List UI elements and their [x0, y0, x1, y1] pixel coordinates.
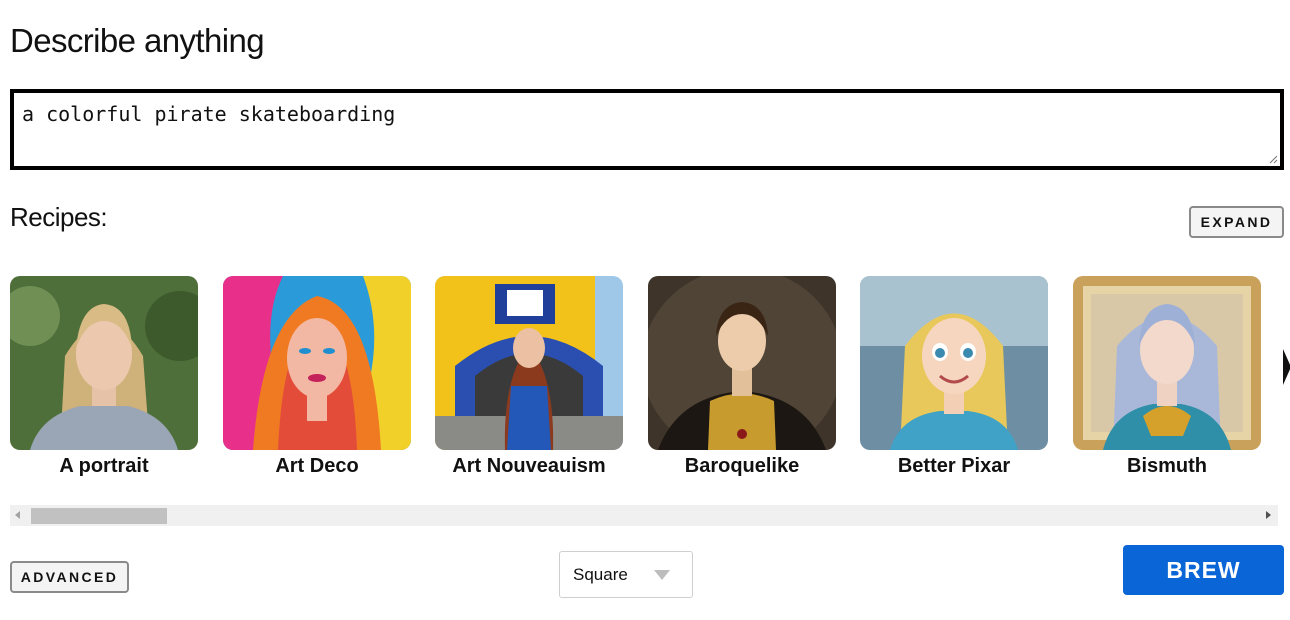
- art-deco-image: [223, 276, 411, 450]
- baroque-image: [648, 276, 836, 450]
- scroll-left-arrow-icon[interactable]: [15, 511, 20, 519]
- art-nouveau-image: [435, 276, 623, 450]
- recipe-card-art-deco[interactable]: Art Deco: [223, 276, 411, 478]
- recipe-thumbnail[interactable]: [223, 276, 411, 450]
- recipe-thumbnail[interactable]: [860, 276, 1048, 450]
- recipe-thumbnail[interactable]: [435, 276, 623, 450]
- recipe-label: Art Deco: [275, 455, 359, 477]
- carousel-next-icon[interactable]: [1283, 349, 1290, 385]
- pixar-image: [860, 276, 1048, 450]
- recipe-carousel: A portrait Art Deco Art Nouveauism Baroq…: [10, 276, 1280, 486]
- recipe-thumbnail[interactable]: [10, 276, 198, 450]
- recipe-label: A portrait: [59, 455, 149, 477]
- resize-grip-icon[interactable]: [1268, 154, 1278, 164]
- aspect-ratio-select[interactable]: Square: [559, 551, 693, 598]
- horizontal-scrollbar[interactable]: [10, 505, 1278, 526]
- recipe-card-baroquelike[interactable]: Baroquelike: [648, 276, 836, 478]
- recipe-label: Baroquelike: [684, 455, 800, 477]
- recipe-label: Art Nouveauism: [452, 455, 606, 477]
- recipe-card-bismuth[interactable]: Bismuth: [1073, 276, 1261, 478]
- prompt-textarea[interactable]: a colorful pirate skateboarding: [10, 89, 1284, 170]
- recipe-label: Bismuth: [1127, 455, 1207, 477]
- recipes-heading: Recipes:: [10, 202, 108, 232]
- advanced-button[interactable]: ADVANCED: [10, 561, 129, 593]
- recipe-thumbnail[interactable]: [648, 276, 836, 450]
- recipe-thumbnail[interactable]: [1073, 276, 1261, 450]
- chevron-down-icon: [654, 570, 670, 580]
- brew-button[interactable]: BREW: [1123, 545, 1284, 595]
- recipe-card-art-nouveauism[interactable]: Art Nouveauism: [435, 276, 623, 478]
- expand-button[interactable]: EXPAND: [1189, 206, 1284, 238]
- recipe-card-better-pixar[interactable]: Better Pixar: [860, 276, 1048, 478]
- aspect-ratio-value: Square: [573, 565, 628, 584]
- recipe-label: Better Pixar: [897, 455, 1011, 477]
- prompt-text: a colorful pirate skateboarding: [22, 102, 396, 126]
- bismuth-image: [1073, 276, 1261, 450]
- recipe-card-a-portrait[interactable]: A portrait: [10, 276, 198, 478]
- scroll-right-arrow-icon[interactable]: [1266, 511, 1271, 519]
- page-title: Describe anything: [10, 22, 265, 59]
- portrait-image: [10, 276, 198, 450]
- scrollbar-thumb[interactable]: [31, 508, 167, 524]
